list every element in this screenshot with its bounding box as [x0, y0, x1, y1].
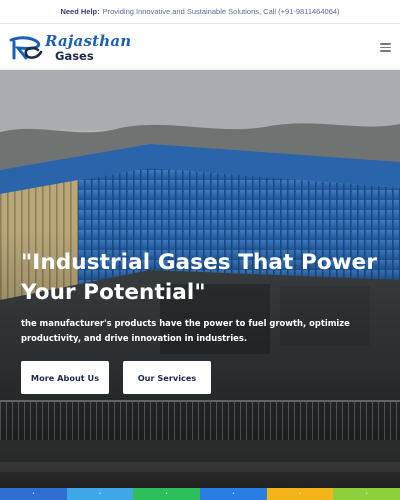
- site-header: Rajasthan Gases: [0, 24, 400, 70]
- hero-section: "Industrial Gases That Power Your Potent…: [0, 70, 400, 488]
- social-share-strip: • • • • • •: [0, 488, 400, 500]
- menu-bar: [380, 50, 391, 52]
- linkedin-icon: •: [232, 491, 235, 497]
- whatsapp-share-button[interactable]: •: [133, 488, 201, 500]
- help-text[interactable]: Providing Innovative and Sustainable Sol…: [103, 7, 340, 16]
- linkedin-share-button[interactable]: •: [200, 488, 267, 500]
- menu-bar: [380, 43, 391, 45]
- facebook-icon: •: [32, 491, 35, 497]
- logo-mark-icon: [9, 36, 43, 60]
- hero-subtitle: the manufacturer's products have the pow…: [21, 318, 350, 343]
- hamburger-icon[interactable]: [380, 43, 391, 52]
- email-share-button[interactable]: •: [333, 488, 400, 500]
- help-label: Need Help:: [60, 7, 100, 16]
- hero-title: "Industrial Gases That Power Your Potent…: [21, 250, 378, 305]
- top-help-bar: Need Help: Providing Innovative and Sust…: [0, 0, 400, 24]
- menu-bar: [380, 46, 391, 49]
- phone-share-button[interactable]: •: [266, 488, 334, 500]
- brand-name-line2: Gases: [55, 49, 94, 63]
- twitter-icon: •: [99, 491, 101, 497]
- twitter-share-button[interactable]: •: [66, 488, 134, 500]
- brand-name-line1: Rajasthan: [45, 32, 132, 50]
- phone-icon: •: [299, 491, 301, 497]
- our-services-button[interactable]: Our Services: [123, 361, 211, 394]
- facebook-share-button[interactable]: •: [0, 488, 67, 500]
- more-about-us-button[interactable]: More About Us: [21, 361, 109, 394]
- email-icon: •: [365, 491, 368, 497]
- whatsapp-icon: •: [165, 491, 168, 497]
- site-logo[interactable]: Rajasthan Gases: [8, 32, 131, 64]
